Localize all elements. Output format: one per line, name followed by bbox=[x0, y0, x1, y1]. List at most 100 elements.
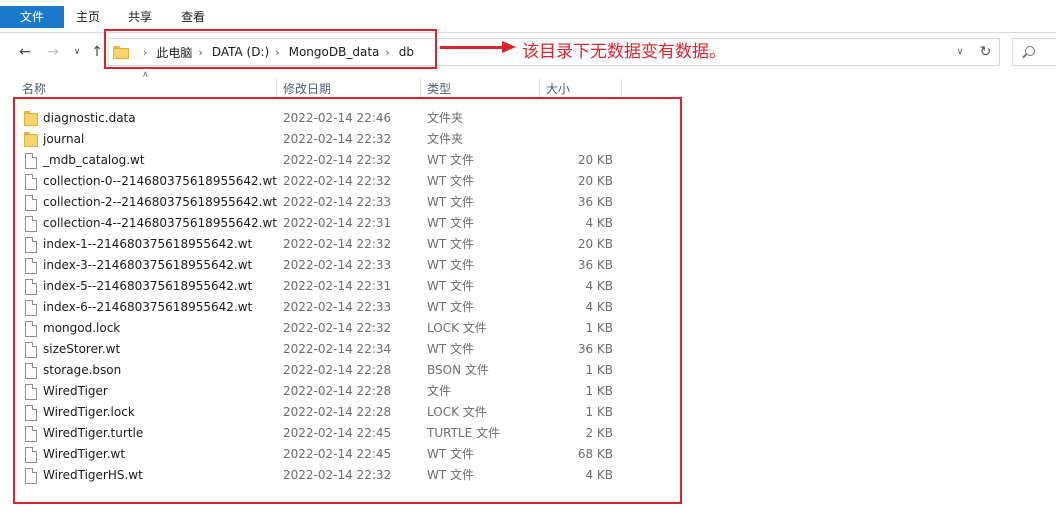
file-row[interactable]: WiredTiger.turtle 2022-02-14 22:45 TURTLE … bbox=[22, 423, 622, 444]
file-name: index-5--214680375618955642.wt bbox=[43, 279, 253, 293]
file-icon bbox=[25, 258, 37, 274]
column-header-size[interactable]: 大小 bbox=[540, 78, 570, 100]
file-type: WT 文件 bbox=[427, 153, 475, 167]
file-size: 2 KB bbox=[585, 426, 613, 440]
file-name: index-6--214680375618955642.wt bbox=[43, 300, 253, 314]
address-dropdown-icon[interactable]: ∨ bbox=[950, 39, 970, 65]
file-icon bbox=[25, 279, 37, 295]
folder-icon bbox=[24, 132, 38, 148]
file-type: 文件夹 bbox=[427, 132, 464, 146]
recent-locations-chevron-icon[interactable]: ∨ bbox=[68, 43, 86, 61]
file-size: 36 KB bbox=[577, 195, 613, 209]
file-row[interactable]: index-5--214680375618955642.wt 2022-02-14… bbox=[22, 276, 622, 297]
file-icon bbox=[25, 447, 37, 463]
file-row[interactable]: index-6--214680375618955642.wt 2022-02-14… bbox=[22, 297, 622, 318]
file-row[interactable]: sizeStorer.wt 2022-02-14 22:34 WT 文件 36 KB bbox=[22, 339, 622, 360]
file-row[interactable]: WiredTigerHS.wt 2022-02-14 22:32 WT 文件 4 KB bbox=[22, 465, 622, 486]
column-header-name[interactable]: 名称 bbox=[16, 78, 46, 100]
file-modified-date: 2022-02-14 22:32 bbox=[283, 468, 392, 482]
file-type: TURTLE 文件 bbox=[427, 426, 500, 440]
file-type: WT 文件 bbox=[427, 258, 475, 272]
file-row[interactable]: WiredTiger.wt 2022-02-14 22:45 WT 文件 68 KB bbox=[22, 444, 622, 465]
breadcrumb-this-pc[interactable]: 此电脑 bbox=[156, 44, 192, 61]
file-type: WT 文件 bbox=[427, 237, 475, 251]
tab-view[interactable]: 查看 bbox=[179, 7, 207, 27]
forward-arrow-icon[interactable]: → bbox=[44, 43, 62, 61]
file-size: 4 KB bbox=[585, 468, 613, 482]
file-row[interactable]: collection-0--214680375618955642.wt 2022-… bbox=[22, 171, 622, 192]
file-name: storage.bson bbox=[43, 363, 122, 377]
file-name: WiredTiger.turtle bbox=[43, 426, 144, 440]
file-size: 4 KB bbox=[585, 279, 613, 293]
file-icon bbox=[25, 237, 37, 253]
file-name: index-3--214680375618955642.wt bbox=[43, 258, 253, 272]
file-modified-date: 2022-02-14 22:28 bbox=[283, 363, 392, 377]
file-type: LOCK 文件 bbox=[427, 321, 487, 335]
file-icon bbox=[25, 321, 37, 337]
annotation-arrow-icon bbox=[502, 41, 516, 53]
search-input[interactable] bbox=[1012, 38, 1056, 66]
file-modified-date: 2022-02-14 22:32 bbox=[283, 321, 392, 335]
file-row[interactable]: diagnostic.data 2022-02-14 22:46 文件夹 bbox=[22, 108, 622, 129]
breadcrumb-mongodb-data[interactable]: MongoDB_data bbox=[289, 45, 380, 59]
breadcrumb-data-drive[interactable]: DATA (D:) bbox=[212, 45, 269, 59]
column-divider[interactable] bbox=[621, 78, 622, 100]
file-icon bbox=[25, 468, 37, 484]
file-type: WT 文件 bbox=[427, 279, 475, 293]
file-name: collection-2--214680375618955642.wt bbox=[43, 195, 277, 209]
chevron-right-icon[interactable]: › bbox=[275, 46, 279, 59]
file-row[interactable]: WiredTiger 2022-02-14 22:28 文件 1 KB bbox=[22, 381, 622, 402]
file-row[interactable]: index-1--214680375618955642.wt 2022-02-14… bbox=[22, 234, 622, 255]
file-row[interactable]: index-3--214680375618955642.wt 2022-02-14… bbox=[22, 255, 622, 276]
refresh-icon[interactable]: ↻ bbox=[972, 38, 1000, 66]
file-row[interactable]: mongod.lock 2022-02-14 22:32 LOCK 文件 1 KB bbox=[22, 318, 622, 339]
file-size: 20 KB bbox=[577, 153, 613, 167]
file-name: _mdb_catalog.wt bbox=[43, 153, 145, 167]
chevron-right-icon[interactable]: › bbox=[143, 46, 147, 59]
file-size: 1 KB bbox=[585, 384, 613, 398]
file-modified-date: 2022-02-14 22:32 bbox=[283, 174, 392, 188]
file-name: index-1--214680375618955642.wt bbox=[43, 237, 253, 251]
file-modified-date: 2022-02-14 22:34 bbox=[283, 342, 392, 356]
file-size: 36 KB bbox=[577, 342, 613, 356]
chevron-right-icon[interactable]: › bbox=[198, 46, 202, 59]
chevron-right-icon[interactable]: › bbox=[385, 46, 389, 59]
file-size: 20 KB bbox=[577, 237, 613, 251]
column-header-type[interactable]: 类型 bbox=[421, 78, 451, 100]
file-row[interactable]: storage.bson 2022-02-14 22:28 BSON 文件 1 KB bbox=[22, 360, 622, 381]
file-icon bbox=[25, 216, 37, 232]
file-modified-date: 2022-02-14 22:33 bbox=[283, 258, 392, 272]
column-header-date[interactable]: 修改日期 bbox=[277, 78, 331, 100]
file-type: LOCK 文件 bbox=[427, 405, 487, 419]
file-icon bbox=[25, 174, 37, 190]
folder-icon bbox=[24, 111, 38, 127]
file-size: 1 KB bbox=[585, 363, 613, 377]
tab-home[interactable]: 主页 bbox=[74, 7, 102, 27]
file-row[interactable]: collection-2--214680375618955642.wt 2022-… bbox=[22, 192, 622, 213]
tab-file[interactable]: 文件 bbox=[0, 6, 64, 28]
file-name: WiredTiger.wt bbox=[43, 447, 126, 461]
file-row[interactable]: _mdb_catalog.wt 2022-02-14 22:32 WT 文件 20 K… bbox=[22, 150, 622, 171]
file-icon bbox=[25, 342, 37, 358]
file-modified-date: 2022-02-14 22:33 bbox=[283, 300, 392, 314]
file-type: WT 文件 bbox=[427, 447, 475, 461]
file-row[interactable]: journal 2022-02-14 22:32 文件夹 bbox=[22, 129, 622, 150]
file-row[interactable]: collection-4--214680375618955642.wt 2022-… bbox=[22, 213, 622, 234]
tab-share[interactable]: 共享 bbox=[126, 7, 154, 27]
file-size: 4 KB bbox=[585, 216, 613, 230]
file-row[interactable]: WiredTiger.lock 2022-02-14 22:28 LOCK 文件 1 … bbox=[22, 402, 622, 423]
file-modified-date: 2022-02-14 22:32 bbox=[283, 132, 392, 146]
breadcrumb-db[interactable]: db bbox=[399, 45, 414, 59]
file-modified-date: 2022-02-14 22:31 bbox=[283, 279, 392, 293]
file-modified-date: 2022-02-14 22:33 bbox=[283, 195, 392, 209]
file-size: 1 KB bbox=[585, 321, 613, 335]
file-name: diagnostic.data bbox=[43, 111, 136, 125]
file-icon bbox=[25, 195, 37, 211]
file-icon bbox=[25, 426, 37, 442]
file-type: WT 文件 bbox=[427, 195, 475, 209]
back-arrow-icon[interactable]: ← bbox=[16, 43, 34, 61]
file-modified-date: 2022-02-14 22:28 bbox=[283, 405, 392, 419]
file-type: WT 文件 bbox=[427, 174, 475, 188]
file-name: sizeStorer.wt bbox=[43, 342, 121, 356]
up-arrow-icon[interactable]: ↑ bbox=[88, 43, 106, 61]
